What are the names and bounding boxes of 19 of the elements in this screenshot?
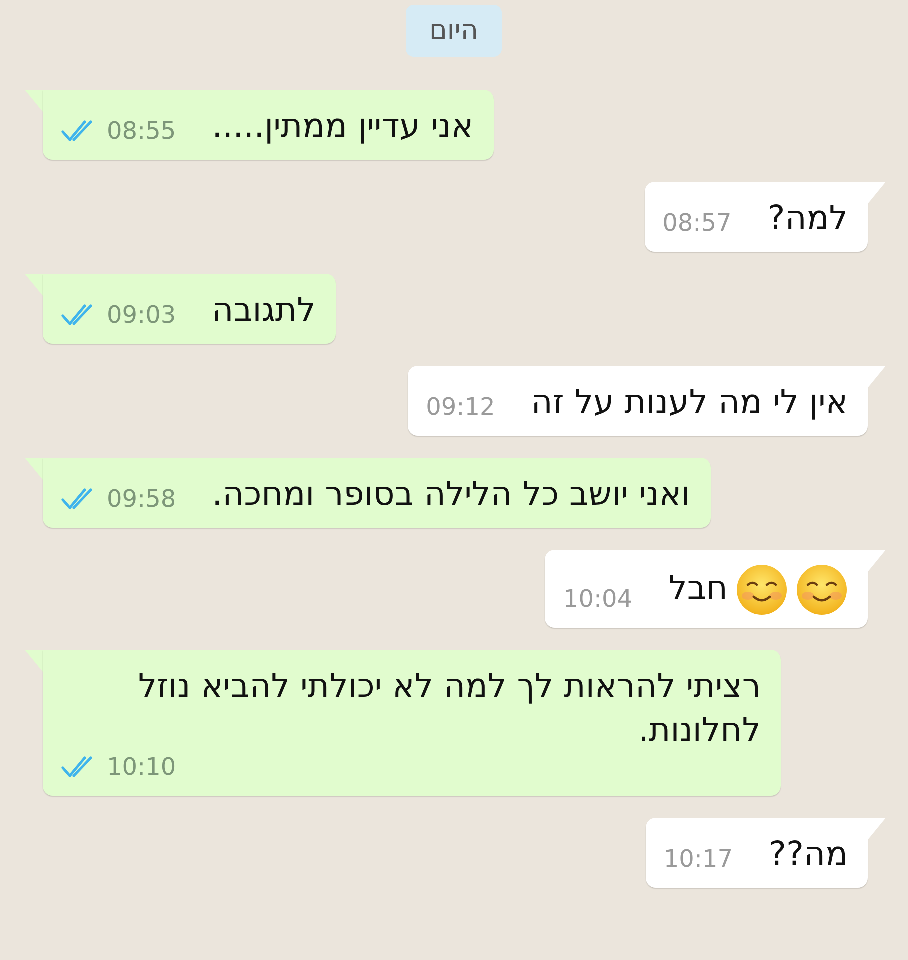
message-text: אני עדיין ממתין.....: [212, 106, 474, 145]
message-text: ואני יושב כל הלילה בסופר ומחכה.: [212, 474, 690, 513]
date-chip: היום: [406, 5, 502, 57]
message-time: 10:10: [107, 752, 176, 782]
message-time: 08:55: [107, 116, 176, 146]
message-text: רציתי להראות לך למה לא יכולתי להביא נוזל לחלונות.: [138, 666, 761, 749]
message-time: 08:57: [662, 208, 732, 238]
smiling-face-icon: [736, 564, 788, 616]
message-text: מה??: [768, 834, 848, 873]
message-time: 09:03: [107, 300, 176, 330]
message-text: חבל: [668, 568, 728, 608]
message-text: למה?: [768, 198, 848, 237]
message-time: 10:04: [563, 584, 633, 614]
message-time: 09:12: [426, 392, 496, 422]
message-time: 10:17: [664, 844, 733, 874]
message-text: לתגובה: [212, 290, 316, 329]
message-time: 09:58: [107, 484, 176, 514]
message-text: אין לי מה לענות על זה: [531, 382, 848, 421]
smiling-face-icon: [796, 564, 848, 616]
